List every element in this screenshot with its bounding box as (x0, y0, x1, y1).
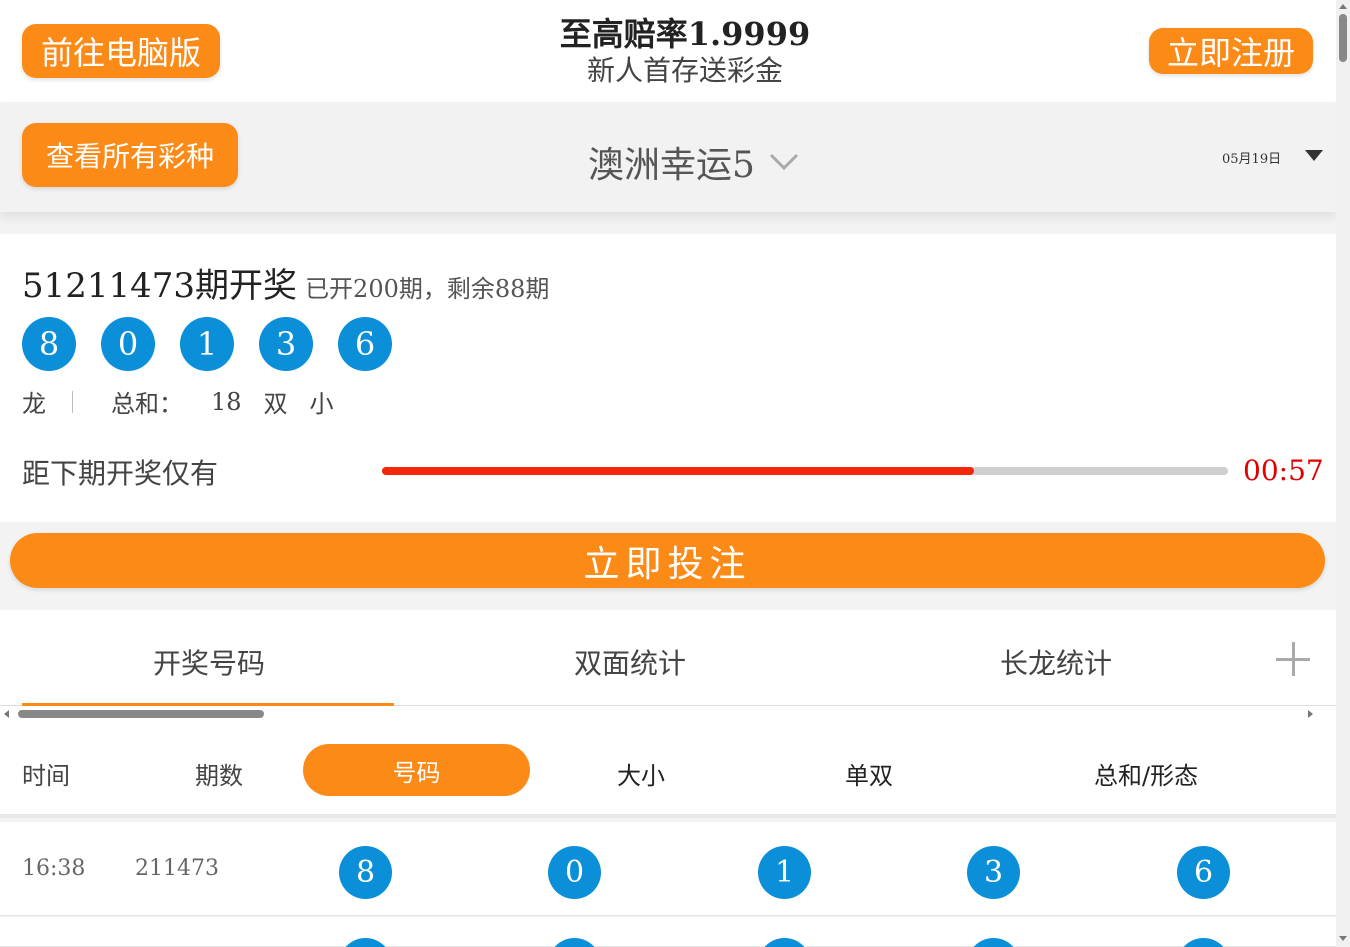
plus-icon[interactable] (1276, 642, 1310, 676)
top-header: 前往电脑版 至高赔率1.9999 新人首存送彩金 立即注册 (0, 0, 1336, 102)
scroll-down-icon[interactable] (1339, 936, 1347, 941)
number-ball: 8 (22, 317, 76, 371)
lottery-name: 澳洲幸运5 (588, 145, 755, 186)
dragon-tiger-result: 龙 (22, 390, 46, 418)
number-ball: 6 (1177, 846, 1230, 899)
number-ball (548, 938, 601, 947)
sum-value: 18 (211, 387, 242, 416)
register-button[interactable]: 立即注册 (1149, 28, 1313, 74)
scroll-up-icon[interactable] (1339, 4, 1347, 9)
column-numbers[interactable]: 号码 (303, 744, 530, 796)
row-time: 16:38 (22, 856, 86, 881)
countdown-progress-fill (382, 467, 975, 475)
number-ball: 1 (758, 846, 811, 899)
number-ball: 0 (548, 846, 601, 899)
promo-banner: 至高赔率1.9999 新人首存送彩金 (500, 14, 870, 88)
scroll-left-icon[interactable] (4, 710, 9, 718)
number-ball: 3 (259, 317, 313, 371)
column-odd-even[interactable]: 单双 (845, 756, 893, 791)
scrollbar-thumb[interactable] (1339, 14, 1347, 62)
countdown-label: 距下期开奖仅有 (22, 457, 219, 490)
table-row: 16:38 211473 8 0 1 3 6 (0, 822, 1336, 916)
desktop-version-button[interactable]: 前往电脑版 (22, 24, 220, 78)
tab-two-sided-stats[interactable]: 双面统计 (574, 642, 686, 682)
number-ball: 8 (339, 846, 392, 899)
table-row (0, 917, 1336, 947)
lottery-selector-bar: 查看所有彩种 澳洲幸运5 05月19日 (0, 102, 1336, 212)
number-ball: 0 (101, 317, 155, 371)
number-ball: 3 (967, 846, 1020, 899)
row-issue: 211473 (135, 856, 219, 881)
tab-streak-stats[interactable]: 长龙统计 (1000, 642, 1112, 682)
scrollbar-thumb[interactable] (18, 710, 264, 718)
issue-progress-info: 已开200期，剩余88期 (305, 275, 550, 303)
chevron-down-icon (769, 153, 798, 171)
issue-title: 51211473期开奖 (22, 266, 298, 306)
horizontal-scrollbar[interactable] (0, 706, 1336, 722)
number-ball (1177, 938, 1230, 947)
column-big-small[interactable]: 大小 (617, 756, 665, 791)
countdown-progress-bar (382, 467, 1228, 475)
bet-now-button[interactable]: 立即投注 (10, 533, 1325, 588)
column-issue[interactable]: 期数 (195, 756, 243, 791)
divider (72, 390, 73, 413)
draw-balls: 8 0 1 3 6 (22, 317, 417, 371)
scroll-right-icon[interactable] (1308, 710, 1313, 718)
column-time[interactable]: 时间 (22, 756, 70, 791)
big-small-result: 小 (309, 390, 334, 418)
results-table-header: 时间 期数 号码 大小 单双 总和/形态 (0, 722, 1336, 818)
column-sum-pattern[interactable]: 总和/形态 (1094, 756, 1198, 791)
draw-stats: 龙 总和： 18 双 小 (22, 384, 334, 419)
odd-even-result: 双 (263, 390, 288, 418)
number-ball (339, 938, 392, 947)
lottery-dropdown[interactable]: 澳洲幸运5 (588, 136, 799, 188)
number-ball (758, 938, 811, 947)
promo-subtitle: 新人首存送彩金 (586, 54, 783, 87)
date-select[interactable]: 05月19日 (1222, 148, 1281, 167)
issue-heading: 51211473期开奖 已开200期，剩余88期 (22, 258, 549, 307)
tab-draw-numbers[interactable]: 开奖号码 (153, 642, 265, 682)
sum-label: 总和： (111, 390, 183, 418)
stats-tabs: 开奖号码 双面统计 长龙统计 (0, 610, 1336, 706)
promo-title: 至高赔率1.9999 (559, 15, 811, 53)
all-lotteries-button[interactable]: 查看所有彩种 (22, 123, 238, 187)
caret-down-icon[interactable] (1305, 150, 1323, 161)
number-ball: 6 (338, 317, 392, 371)
number-ball (967, 938, 1020, 947)
number-ball: 1 (180, 317, 234, 371)
vertical-scrollbar[interactable] (1336, 0, 1350, 947)
countdown-timer: 00:57 (1243, 454, 1324, 487)
latest-draw-panel: 51211473期开奖 已开200期，剩余88期 8 0 1 3 6 龙 总和：… (0, 234, 1336, 522)
